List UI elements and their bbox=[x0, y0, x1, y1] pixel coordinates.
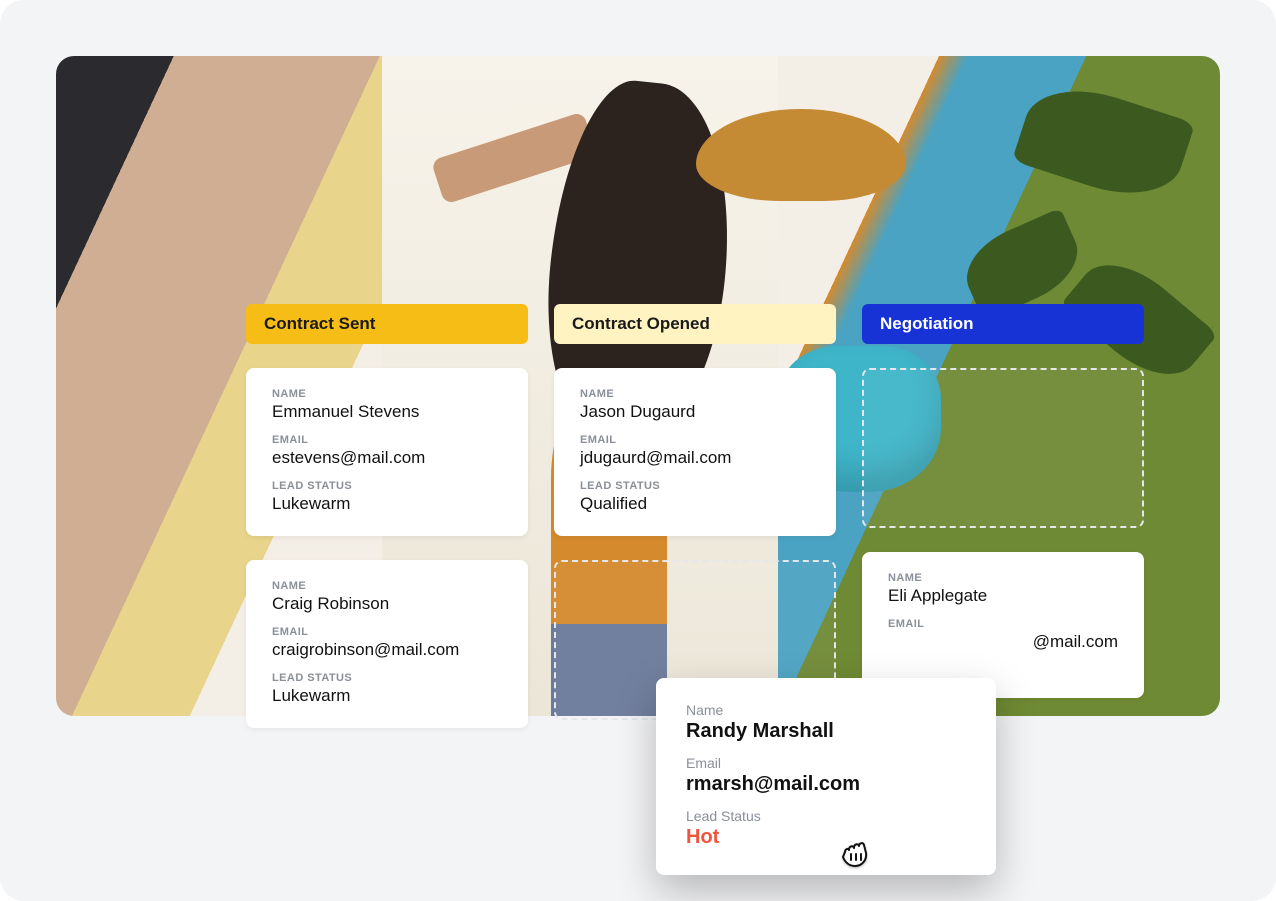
field-label-email: EMAIL bbox=[272, 434, 502, 446]
lead-email: @mail.com bbox=[888, 632, 1118, 652]
field-label-status: LEAD STATUS bbox=[272, 672, 502, 684]
column-negotiation: Negotiation NAME Eli Applegate EMAIL @ma… bbox=[862, 304, 1144, 728]
field-label-status: LEAD STATUS bbox=[580, 480, 810, 492]
field-label-email: Email bbox=[686, 755, 966, 771]
column-title: Negotiation bbox=[880, 314, 974, 334]
column-title: Contract Sent bbox=[264, 314, 375, 334]
lead-name: Randy Marshall bbox=[686, 720, 966, 743]
field-label-name: NAME bbox=[580, 388, 810, 400]
lead-status: Hot bbox=[686, 826, 966, 849]
lead-name: Eli Applegate bbox=[888, 586, 1118, 606]
column-header-contract-opened[interactable]: Contract Opened bbox=[554, 304, 836, 344]
lead-card[interactable]: NAME Eli Applegate EMAIL @mail.com LEAD … bbox=[862, 552, 1144, 698]
lead-name: Jason Dugaurd bbox=[580, 402, 810, 422]
field-label-name: Name bbox=[686, 702, 966, 718]
field-label-email: EMAIL bbox=[272, 626, 502, 638]
lead-name: Emmanuel Stevens bbox=[272, 402, 502, 422]
field-label-email: EMAIL bbox=[888, 618, 1118, 630]
lead-email: estevens@mail.com bbox=[272, 448, 502, 468]
lead-email: craigrobinson@mail.com bbox=[272, 640, 502, 660]
lead-status: Lukewarm bbox=[272, 686, 502, 706]
column-header-negotiation[interactable]: Negotiation bbox=[862, 304, 1144, 344]
field-label-name: NAME bbox=[888, 572, 1118, 584]
dragging-lead-card[interactable]: Name Randy Marshall Email rmarsh@mail.co… bbox=[656, 678, 996, 875]
kanban-board: Contract Sent NAME Emmanuel Stevens EMAI… bbox=[246, 304, 1144, 728]
lead-email: jdugaurd@mail.com bbox=[580, 448, 810, 468]
column-title: Contract Opened bbox=[572, 314, 710, 334]
lead-card[interactable]: NAME Jason Dugaurd EMAIL jdugaurd@mail.c… bbox=[554, 368, 836, 536]
column-contract-opened: Contract Opened NAME Jason Dugaurd EMAIL… bbox=[554, 304, 836, 728]
grab-cursor-icon bbox=[836, 832, 876, 877]
lead-status: Lukewarm bbox=[272, 494, 502, 514]
field-label-email: EMAIL bbox=[580, 434, 810, 446]
hero-background: Contract Sent NAME Emmanuel Stevens EMAI… bbox=[56, 56, 1220, 716]
field-label-status: Lead Status bbox=[686, 808, 966, 824]
lead-status: Qualified bbox=[580, 494, 810, 514]
column-contract-sent: Contract Sent NAME Emmanuel Stevens EMAI… bbox=[246, 304, 528, 728]
lead-name: Craig Robinson bbox=[272, 594, 502, 614]
field-label-name: NAME bbox=[272, 388, 502, 400]
field-label-status: LEAD STATUS bbox=[272, 480, 502, 492]
column-header-contract-sent[interactable]: Contract Sent bbox=[246, 304, 528, 344]
lead-card[interactable]: NAME Emmanuel Stevens EMAIL estevens@mai… bbox=[246, 368, 528, 536]
lead-card[interactable]: NAME Craig Robinson EMAIL craigrobinson@… bbox=[246, 560, 528, 728]
field-label-name: NAME bbox=[272, 580, 502, 592]
lead-email: rmarsh@mail.com bbox=[686, 773, 966, 796]
card-dropzone[interactable] bbox=[862, 368, 1144, 528]
